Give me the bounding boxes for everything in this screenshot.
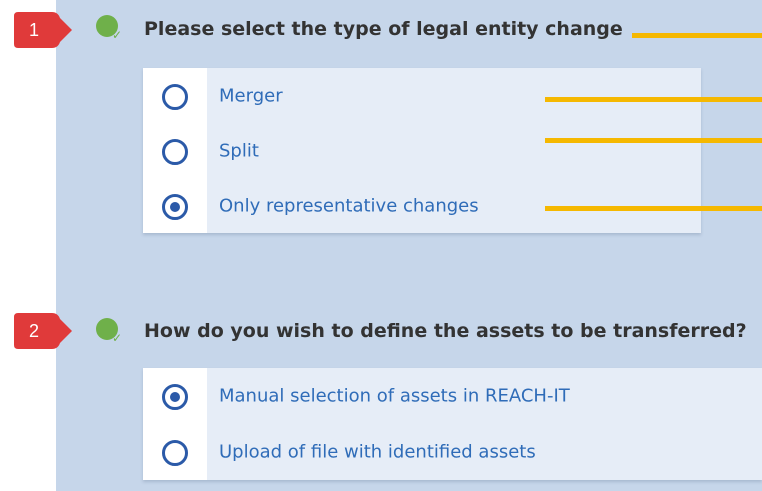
question-title: Please select the type of legal entity c…	[144, 18, 623, 40]
check-circle-icon: ✓	[96, 318, 122, 344]
check-circle-icon: ✓	[96, 15, 122, 41]
option-split[interactable]: Split	[143, 123, 701, 179]
option-merger[interactable]: Merger	[143, 68, 701, 124]
callout-number: 1	[28, 19, 39, 40]
option-upload-file[interactable]: Upload of file with identified assets	[143, 424, 762, 480]
annotation-line	[545, 206, 762, 211]
option-label[interactable]: Manual selection of assets in REACH-IT	[219, 386, 570, 407]
option-group: Manual selection of assets in REACH-IT U…	[143, 368, 762, 480]
annotation-line	[632, 33, 762, 38]
radio-button-selected[interactable]	[162, 194, 188, 220]
option-manual-selection[interactable]: Manual selection of assets in REACH-IT	[143, 368, 762, 424]
option-label[interactable]: Only representative changes	[219, 196, 479, 217]
callout-badge-2: 2	[12, 311, 72, 351]
radio-button[interactable]	[162, 440, 188, 466]
radio-button[interactable]	[162, 84, 188, 110]
callout-badge-1: 1	[12, 10, 72, 50]
option-label[interactable]: Merger	[219, 86, 283, 107]
annotation-line	[545, 138, 762, 143]
annotation-line	[545, 97, 762, 102]
callout-number: 2	[28, 320, 39, 341]
radio-button-selected[interactable]	[162, 384, 188, 410]
question-title: How do you wish to define the assets to …	[144, 320, 747, 342]
option-label[interactable]: Split	[219, 141, 259, 162]
radio-button[interactable]	[162, 139, 188, 165]
option-label[interactable]: Upload of file with identified assets	[219, 442, 536, 463]
